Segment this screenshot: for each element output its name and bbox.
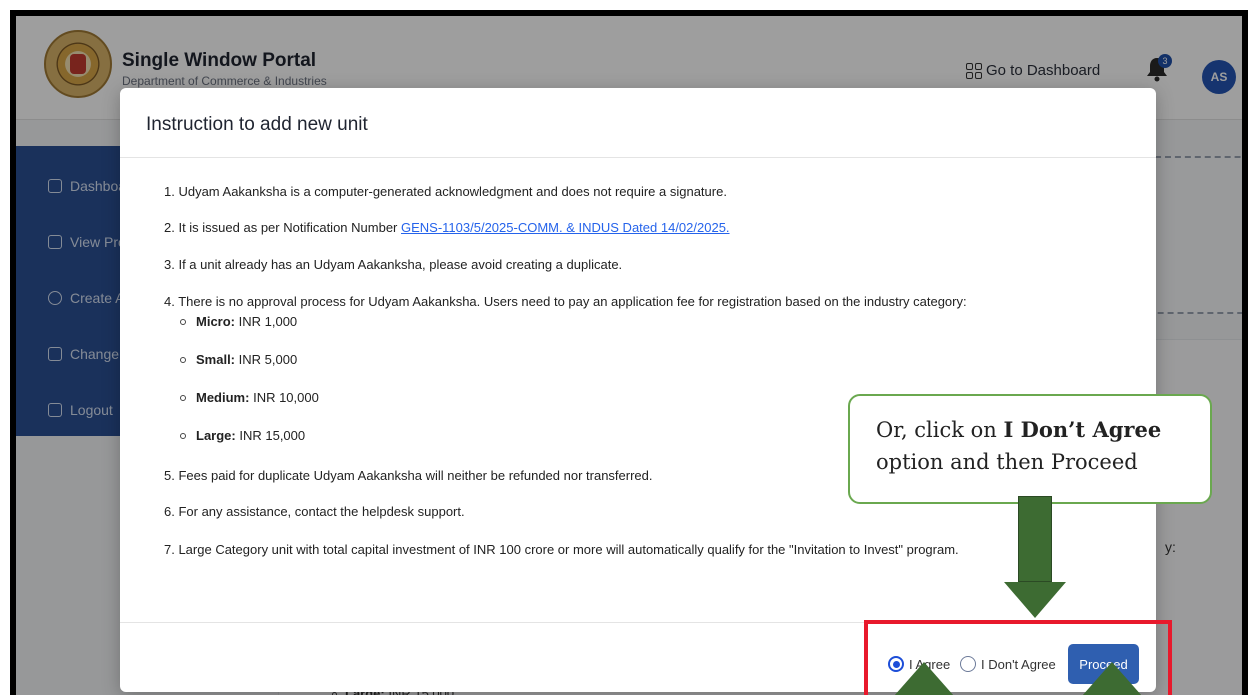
instruction-item-7: 7. Large Category unit with total capita… [164, 542, 959, 557]
instruction-modal: Instruction to add new unit 1. Udyam Aak… [120, 88, 1156, 692]
fee-item-micro: Micro: INR 1,000 [180, 314, 297, 329]
instruction-item-6: 6. For any assistance, contact the helpd… [164, 504, 465, 519]
screenshot-frame: Single Window Portal Department of Comme… [10, 10, 1248, 695]
arrow-down-icon [1018, 496, 1052, 582]
notification-link[interactable]: GENS-1103/5/2025-COMM. & INDUS Dated 14/… [401, 220, 730, 235]
arrow-up-icon [894, 662, 954, 695]
instruction-item-1: 1. Udyam Aakanksha is a computer-generat… [164, 184, 727, 199]
modal-header: Instruction to add new unit [120, 88, 1156, 158]
arrow-up-icon [1082, 662, 1142, 695]
arrow-down-head-icon [1004, 582, 1066, 618]
instruction-item-4: 4. There is no approval process for Udya… [164, 294, 967, 309]
modal-title: Instruction to add new unit [146, 114, 368, 135]
instruction-item-3: 3. If a unit already has an Udyam Aakank… [164, 257, 623, 272]
fee-item-large: Large: INR 15,000 [180, 428, 305, 443]
fee-item-medium: Medium: INR 10,000 [180, 390, 319, 405]
fee-item-small: Small: INR 5,000 [180, 352, 297, 367]
instruction-callout: Or, click on I Don’t Agree option and th… [848, 394, 1212, 504]
instruction-item-5: 5. Fees paid for duplicate Udyam Aakanks… [164, 468, 653, 483]
instruction-item-2: 2. It is issued as per Notification Numb… [164, 220, 730, 235]
